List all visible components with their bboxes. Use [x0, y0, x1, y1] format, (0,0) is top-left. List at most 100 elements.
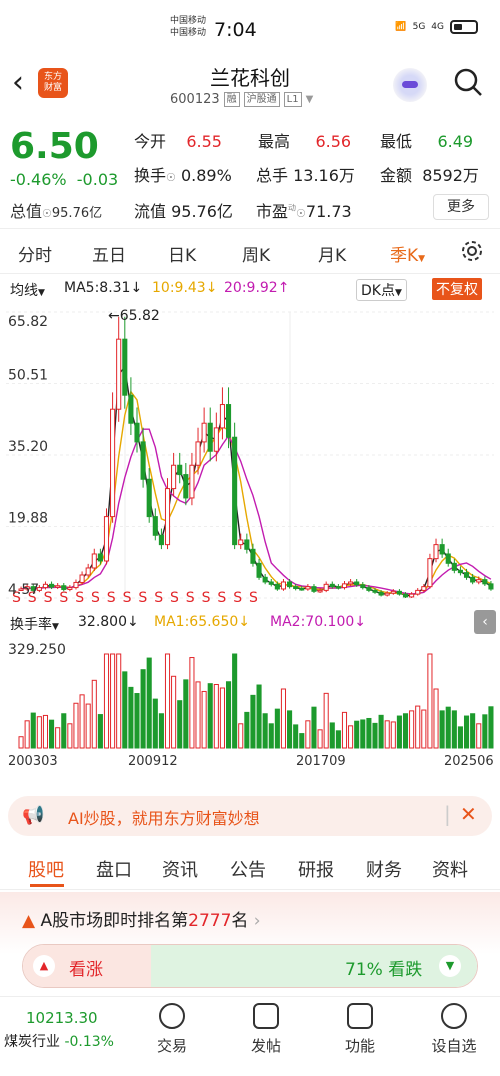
candle [409, 593, 415, 598]
candle [360, 584, 366, 589]
signal-marker: S [154, 590, 163, 606]
search-icon[interactable] [452, 66, 484, 98]
volume-chart[interactable]: 329.250 [0, 636, 500, 752]
close-icon[interactable]: ✕ [460, 802, 477, 826]
signal-marker: S [202, 590, 211, 606]
network-5g-label: 5G [412, 22, 426, 32]
volume-bar [152, 698, 158, 749]
max-price-label: ←65.82 [108, 308, 160, 324]
y-tick-label: 35.20 [8, 439, 48, 455]
x-tick: 200912 [128, 754, 178, 769]
assistant-avatar-icon[interactable] [393, 68, 427, 102]
rank-text[interactable]: ▲ A股市场即时排名第2777名 › [22, 906, 261, 931]
volume-bar [30, 712, 36, 749]
volume-bar [85, 703, 91, 749]
ma-selector[interactable]: 均线▼ [10, 280, 45, 300]
candles: SSSSSSSSSSSSSSSS [12, 316, 494, 606]
volume-bar [402, 713, 409, 749]
volume-bar [250, 694, 256, 749]
industry-name: 煤炭行业 [4, 1034, 60, 1050]
candle [378, 591, 384, 596]
y-tick-label: 50.51 [8, 367, 48, 383]
volume-bar [195, 681, 201, 749]
volume-bar [97, 714, 103, 749]
tab-announcements[interactable]: 公告 [230, 856, 266, 882]
x-axis: 200303 200912 201709 202506 [0, 754, 500, 774]
volume-bar [463, 715, 470, 749]
candle [433, 544, 439, 560]
candlestick-chart[interactable]: SSSSSSSSSSSSSSSS 65.82 50.51 35.20 19.88 4.5… [0, 302, 500, 608]
candle [128, 394, 134, 424]
last-price: 6.50 [10, 126, 99, 167]
pe-ratio: 市盈动☉71.73 [256, 202, 352, 221]
signal-marker: S [123, 590, 132, 606]
candle [152, 516, 158, 536]
candle [482, 579, 488, 585]
margin-tag: 融 [223, 92, 240, 107]
tab-weekly-k[interactable]: 周K [242, 241, 270, 266]
more-dots-icon [441, 1003, 467, 1029]
nav-watchlist-settings[interactable]: 设自选 [424, 1003, 484, 1056]
indicator-selector[interactable]: 换手率▼ [10, 614, 59, 634]
volume-bar [183, 679, 189, 749]
tab-orderbook[interactable]: 盘口 [96, 856, 132, 882]
volume-bar [262, 713, 268, 749]
volume-bar [256, 684, 262, 749]
turnover-rate: 换手☉ 0.89% [134, 166, 232, 185]
volume-bar [415, 705, 421, 749]
candle [213, 427, 219, 452]
more-button[interactable]: 更多 [433, 194, 489, 220]
bull-area[interactable]: ▲ 看涨 [23, 945, 151, 987]
volume-bar [335, 730, 341, 749]
nav-functions[interactable]: 功能 [330, 1003, 390, 1056]
tab-forum[interactable]: 股吧 [28, 856, 64, 882]
bear-area[interactable]: 71% 看跌 ▼ [151, 945, 477, 987]
dk-point-toggle[interactable]: DK点▼ [356, 279, 407, 301]
signal-marker: S [75, 590, 84, 606]
collapse-icon[interactable]: ‹ [474, 610, 496, 634]
stock-code-row[interactable]: 600123 融 沪股通 L1 ▼ [170, 92, 313, 107]
tab-news[interactable]: 资讯 [162, 856, 198, 882]
industry-index[interactable]: 10213.30 煤炭行业 -0.13% [4, 1009, 126, 1051]
info-tabs: 股吧 盘口 资讯 公告 研报 财务 资料 [0, 846, 500, 890]
x-tick: 200303 [8, 754, 58, 769]
tab-finance[interactable]: 财务 [366, 856, 402, 882]
ma5-line [20, 365, 492, 597]
signal-marker: S [233, 590, 242, 606]
megaphone-icon: 📢 [22, 805, 45, 826]
volume-bar [293, 724, 299, 749]
gear-icon[interactable] [460, 239, 484, 263]
signal-marker: S [186, 590, 195, 606]
tab-five-day[interactable]: 五日 [92, 241, 126, 266]
candle [219, 404, 225, 429]
x-tick: 201709 [296, 754, 346, 769]
nav-trade[interactable]: 交易 [142, 1003, 202, 1056]
volume-bar [42, 714, 49, 749]
candle [299, 588, 305, 591]
tab-daily-k[interactable]: 日K [168, 241, 196, 266]
candle [189, 464, 195, 499]
signal-marker: S [44, 590, 53, 606]
high-price: 最高 6.56 [258, 132, 352, 151]
candle [470, 576, 476, 583]
candle [122, 338, 128, 396]
volume-bar [189, 657, 195, 749]
volume-bar [384, 720, 390, 749]
ma-lines [20, 365, 492, 597]
candle [85, 567, 91, 576]
tab-monthly-k[interactable]: 月K [318, 241, 346, 266]
volume-bar [421, 709, 427, 749]
industry-index-value: 10213.30 [26, 1009, 98, 1027]
candle [164, 488, 171, 546]
volume-max-label: 329.250 [8, 642, 66, 658]
nav-post[interactable]: 发帖 [236, 1003, 296, 1056]
candle [110, 408, 116, 518]
tab-intraday[interactable]: 分时 [18, 241, 52, 266]
tab-quarterly-k[interactable]: 季K▼ [390, 241, 425, 266]
chevron-down-icon: ▼ [305, 94, 314, 105]
adjust-toggle[interactable]: 不复权 [432, 278, 482, 300]
tab-profile[interactable]: 资料 [432, 856, 468, 882]
stock-header: ‹ 东方 财富 兰花科创 600123 融 沪股通 L1 ▼ [0, 56, 500, 116]
tab-research[interactable]: 研报 [298, 856, 334, 882]
ai-banner[interactable]: 📢 AI炒股，就用东方财富妙想 | ✕ [8, 796, 492, 836]
